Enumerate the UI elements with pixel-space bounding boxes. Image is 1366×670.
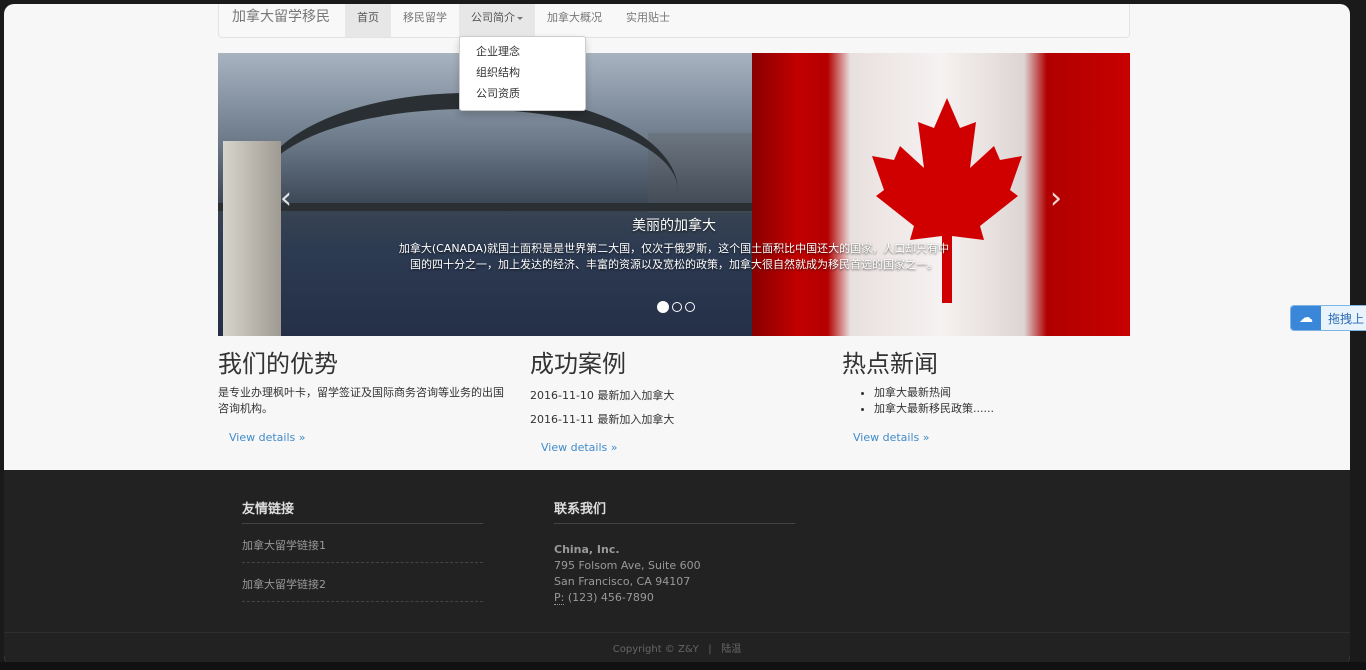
footer-contact-title: 联系我们 — [554, 498, 795, 524]
case-item: 2016-11-11 最新加入加拿大 — [530, 413, 675, 426]
cases-section: 成功案例 2016-11-10 最新加入加拿大 2016-11-11 最新加入加… — [530, 349, 820, 454]
dropdown-item-qualification[interactable]: 公司资质 — [460, 83, 585, 104]
dropdown-item-philosophy[interactable]: 企业理念 — [460, 41, 585, 62]
copyright-text: Copyright © Z&Y — [612, 644, 699, 655]
browser-viewport: 加拿大留学移民 首页 移民留学 公司简介 加拿大概况 实用贴士 企业理念 组织结… — [4, 4, 1350, 666]
drag-upload-widget[interactable]: ☁ 拖拽上 — [1290, 305, 1366, 331]
drag-upload-label: 拖拽上 — [1328, 312, 1365, 326]
bridge-deck — [218, 203, 752, 211]
carousel-indicator-2[interactable] — [672, 302, 682, 312]
advantages-details-link[interactable]: View details » — [229, 431, 305, 444]
carousel-indicator-1[interactable] — [657, 301, 669, 313]
cases-details-link[interactable]: View details » — [541, 441, 617, 454]
news-section: 热点新闻 加拿大最新热闻 加拿大最新移民政策...... View detail… — [842, 349, 1132, 444]
nav-item-tips[interactable]: 实用贴士 — [614, 4, 682, 37]
footer-links-title: 友情链接 — [242, 498, 483, 524]
contact-address-line2: San Francisco, CA 94107 — [554, 575, 691, 588]
nav-item-home[interactable]: 首页 — [345, 4, 391, 37]
footer-link-1[interactable]: 加拿大留学链接1 — [242, 524, 483, 563]
news-item[interactable]: 加拿大最新热闻 — [874, 385, 1132, 401]
carousel-indicator-3[interactable] — [685, 302, 695, 312]
contact-address-line1: 795 Folsom Ave, Suite 600 — [554, 559, 701, 572]
news-title: 热点新闻 — [842, 350, 938, 378]
canada-flag-image — [752, 53, 1130, 336]
nav-item-canada-overview[interactable]: 加拿大概况 — [535, 4, 614, 37]
hero-carousel: ‹ › 美丽的加拿大 加拿大(CANADA)就国土面积是是世界第二大国，仅次于俄… — [218, 53, 1130, 336]
nav-item-about-label: 公司简介 — [471, 11, 515, 24]
case-item: 2016-11-10 最新加入加拿大 — [530, 389, 675, 402]
copyright-extra-link[interactable]: 陆温 — [721, 644, 741, 655]
navbar: 加拿大留学移民 首页 移民留学 公司简介 加拿大概况 实用贴士 — [218, 4, 1130, 38]
taskbar-strip — [0, 662, 1366, 670]
cases-title: 成功案例 — [530, 350, 626, 378]
contact-phone: (123) 456-7890 — [567, 591, 654, 604]
contact-address: China, Inc. 795 Folsom Ave, Suite 600 Sa… — [554, 524, 795, 606]
bridge-pylon — [223, 141, 281, 336]
copyright-separator: | — [708, 644, 712, 655]
advantages-section: 我们的优势 是专业办理枫叶卡，留学签证及国际商务咨询等业务的出国咨询机构。 Vi… — [218, 349, 508, 444]
advantages-title: 我们的优势 — [218, 350, 338, 378]
contact-company: China, Inc. — [554, 543, 620, 556]
dropdown-item-structure[interactable]: 组织结构 — [460, 62, 585, 83]
nav-menu: 首页 移民留学 公司简介 加拿大概况 实用贴士 — [345, 4, 682, 37]
about-dropdown-menu: 企业理念 组织结构 公司资质 — [459, 36, 586, 111]
carousel-prev-arrow[interactable]: ‹ — [280, 181, 292, 216]
carousel-indicators — [657, 301, 695, 313]
carousel-caption-text: 加拿大(CANADA)就国土面积是是世界第二大国，仅次于俄罗斯，这个国土面积比中… — [398, 242, 950, 271]
news-item[interactable]: 加拿大最新移民政策...... — [874, 401, 1132, 417]
carousel-caption-title: 美丽的加拿大 — [632, 218, 716, 234]
cloud-icon: ☁ — [1291, 306, 1321, 330]
footer: 友情链接 加拿大留学链接1 加拿大留学链接2 联系我们 China, Inc. … — [4, 470, 1350, 666]
carousel-next-arrow[interactable]: › — [1050, 181, 1062, 216]
advantages-text: 是专业办理枫叶卡，留学签证及国际商务咨询等业务的出国咨询机构。 — [218, 386, 504, 415]
news-details-link[interactable]: View details » — [853, 431, 929, 444]
contact-phone-label: P: — [554, 591, 565, 605]
copyright-bar: Copyright © Z&Y | 陆温 — [4, 632, 1350, 666]
news-list: 加拿大最新热闻 加拿大最新移民政策...... — [842, 385, 1132, 417]
caret-down-icon — [517, 16, 523, 20]
footer-link-2[interactable]: 加拿大留学链接2 — [242, 563, 483, 602]
brand-link[interactable]: 加拿大留学移民 — [232, 6, 330, 26]
nav-item-about[interactable]: 公司简介 — [459, 4, 535, 37]
nav-item-immigration[interactable]: 移民留学 — [391, 4, 459, 37]
footer-links-section: 友情链接 加拿大留学链接1 加拿大留学链接2 — [242, 498, 483, 602]
footer-contact-section: 联系我们 China, Inc. 795 Folsom Ave, Suite 6… — [554, 498, 795, 606]
